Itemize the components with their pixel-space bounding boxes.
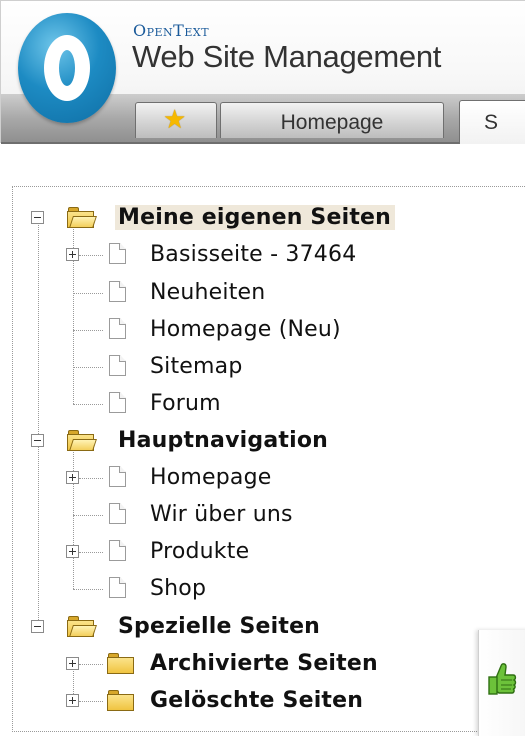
tree-item-label: Homepage (Neu) [150,317,341,342]
expand-icon[interactable] [66,694,79,707]
brand-small-text: OpenText [133,21,210,40]
tree-item-shop[interactable]: Shop [13,570,513,607]
expand-icon[interactable] [66,545,79,558]
tree-item-label: Basisseite - 37464 [150,242,357,267]
tree-group-label: Spezielle Seiten [118,614,321,639]
app-header: OpenText Web Site Management ★ Homepage … [0,0,525,144]
tree-item-basisseite[interactable]: Basisseite - 37464 [13,236,513,273]
page-icon [109,318,126,339]
page-icon [109,243,126,264]
collapse-icon[interactable] [31,434,44,447]
feedback-panel [478,630,525,736]
folder-open-icon [67,616,97,637]
tree-item-label: Neuheiten [150,280,266,305]
page-icon [109,503,126,524]
folder-icon [107,690,135,711]
folder-open-icon [67,207,97,228]
tree-item-geloeschte-seiten[interactable]: Gelöschte Seiten [13,682,513,719]
tab-favorites[interactable]: ★ [135,102,217,138]
tree-item-produkte[interactable]: Produkte [13,533,513,570]
collapse-icon[interactable] [31,620,44,633]
tree-group-hauptnavigation[interactable]: Hauptnavigation [13,422,513,459]
tab-homepage-label: Homepage [280,111,384,134]
tab-homepage[interactable]: Homepage [220,102,444,138]
tree-item-label: Gelöschte Seiten [150,688,364,713]
collapse-icon[interactable] [31,211,44,224]
page-tree-panel: Meine eigenen Seiten Basisseite - 37464 … [12,186,525,732]
tree-item-label: Produkte [150,539,250,564]
tree-item-wir-ueber-uns[interactable]: Wir über uns [13,496,513,533]
brand-title: Web Site Management [132,39,442,74]
tree-item-label: Archivierte Seiten [150,651,378,676]
page-icon [109,540,126,561]
tree-item-label: Sitemap [150,354,243,379]
opentext-logo [18,13,116,123]
expand-icon[interactable] [66,471,79,484]
tree-item-label: Wir über uns [150,502,293,527]
tree-item-label: Homepage [150,465,272,490]
page-icon [109,392,126,413]
tree-item-neuheiten[interactable]: Neuheiten [13,274,513,311]
tree-item-archivierte-seiten[interactable]: Archivierte Seiten [13,645,513,682]
tree-group-label: Meine eigenen Seiten [115,205,396,230]
tree-item-forum[interactable]: Forum [13,385,513,422]
tree-group-spezielle-seiten[interactable]: Spezielle Seiten [13,608,513,645]
tree-item-homepage[interactable]: Homepage [13,459,513,496]
tree-item-sitemap[interactable]: Sitemap [13,348,513,385]
thumbs-up-icon[interactable] [487,660,517,700]
tree-group-label: Hauptnavigation [118,428,329,453]
tree-item-label: Forum [150,391,221,416]
expand-icon[interactable] [66,248,79,261]
page-icon [109,466,126,487]
tab-active-label: S [484,111,499,134]
tree-item-homepage-neu[interactable]: Homepage (Neu) [13,311,513,348]
tab-active[interactable]: S [459,100,525,144]
page-icon [109,577,126,598]
page-icon [109,355,126,376]
tree-group-meine-eigenen-seiten[interactable]: Meine eigenen Seiten [13,199,513,236]
folder-open-icon [67,430,97,451]
folder-icon [107,653,135,674]
star-icon: ★ [163,105,187,135]
expand-icon[interactable] [66,657,79,670]
page-icon [109,281,126,302]
tree-item-label: Shop [150,576,207,601]
